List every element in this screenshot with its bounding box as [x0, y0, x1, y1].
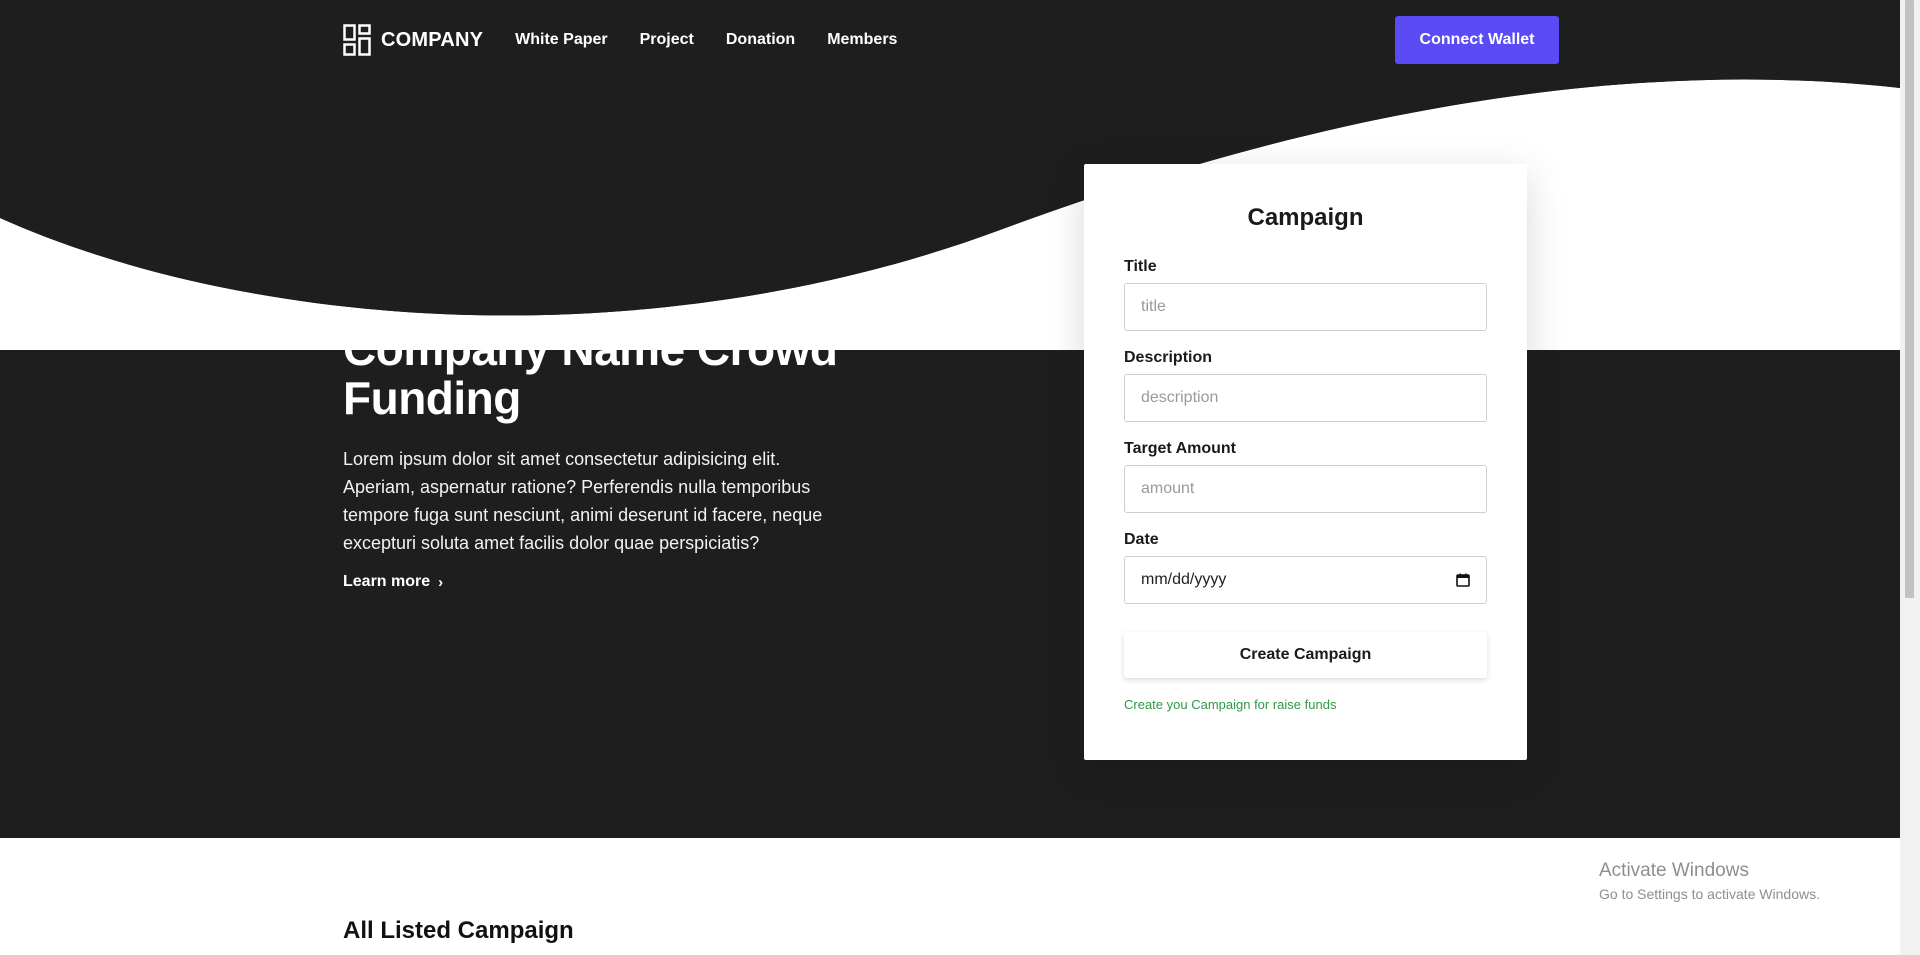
title-input[interactable]: [1124, 283, 1487, 331]
grid-logo-icon: [343, 24, 371, 56]
description-input[interactable]: [1124, 374, 1487, 422]
form-helper-text: Create you Campaign for raise funds: [1124, 697, 1337, 712]
vertical-scrollbar[interactable]: [1900, 0, 1920, 955]
watermark-title: Activate Windows: [1599, 860, 1749, 881]
hero-wave-decoration: [0, 0, 1900, 350]
hero-description: Lorem ipsum dolor sit amet consectetur a…: [343, 449, 823, 553]
date-value: mm/dd/yyyy: [1141, 571, 1227, 588]
amount-input[interactable]: [1124, 465, 1487, 513]
description-label: Description: [1124, 349, 1213, 366]
learn-more-label: Learn more: [343, 573, 431, 590]
campaign-form-card: Campaign Title Description Target Amount…: [1084, 164, 1527, 760]
connect-wallet-button[interactable]: Connect Wallet: [1395, 16, 1559, 64]
chevron-right-icon: ›: [438, 573, 444, 591]
hero-title: Company Name Crowd Funding: [343, 323, 838, 424]
target-amount-label: Target Amount: [1124, 440, 1236, 457]
nav-link-donation[interactable]: Donation: [726, 31, 795, 49]
create-campaign-button[interactable]: Create Campaign: [1124, 632, 1487, 678]
date-label: Date: [1124, 531, 1159, 548]
title-label: Title: [1124, 258, 1157, 275]
nav-link-white-paper[interactable]: White Paper: [515, 31, 607, 49]
form-heading: Campaign: [1247, 204, 1364, 231]
hero-section: [0, 0, 1900, 838]
nav-link-members[interactable]: Members: [827, 31, 897, 49]
brand-logo[interactable]: COMPANY: [343, 24, 483, 56]
scrollbar-thumb[interactable]: [1905, 0, 1914, 598]
activate-windows-watermark: Activate Windows Go to Settings to activ…: [1599, 860, 1820, 902]
section-title: All Listed Campaign: [343, 917, 574, 944]
date-input[interactable]: mm/dd/yyyy: [1124, 556, 1487, 604]
learn-more-link[interactable]: Learn more ›: [343, 573, 863, 591]
nav-link-project[interactable]: Project: [640, 31, 694, 49]
nav-links: White Paper Project Donation Members: [515, 31, 929, 49]
calendar-icon[interactable]: [1456, 573, 1470, 587]
top-navbar: COMPANY White Paper Project Donation Mem…: [343, 16, 1559, 64]
brand-name: COMPANY: [381, 28, 484, 51]
watermark-subtitle: Go to Settings to activate Windows.: [1599, 886, 1820, 902]
hero-content: Company Name Crowd Funding Lorem ipsum d…: [343, 325, 863, 591]
